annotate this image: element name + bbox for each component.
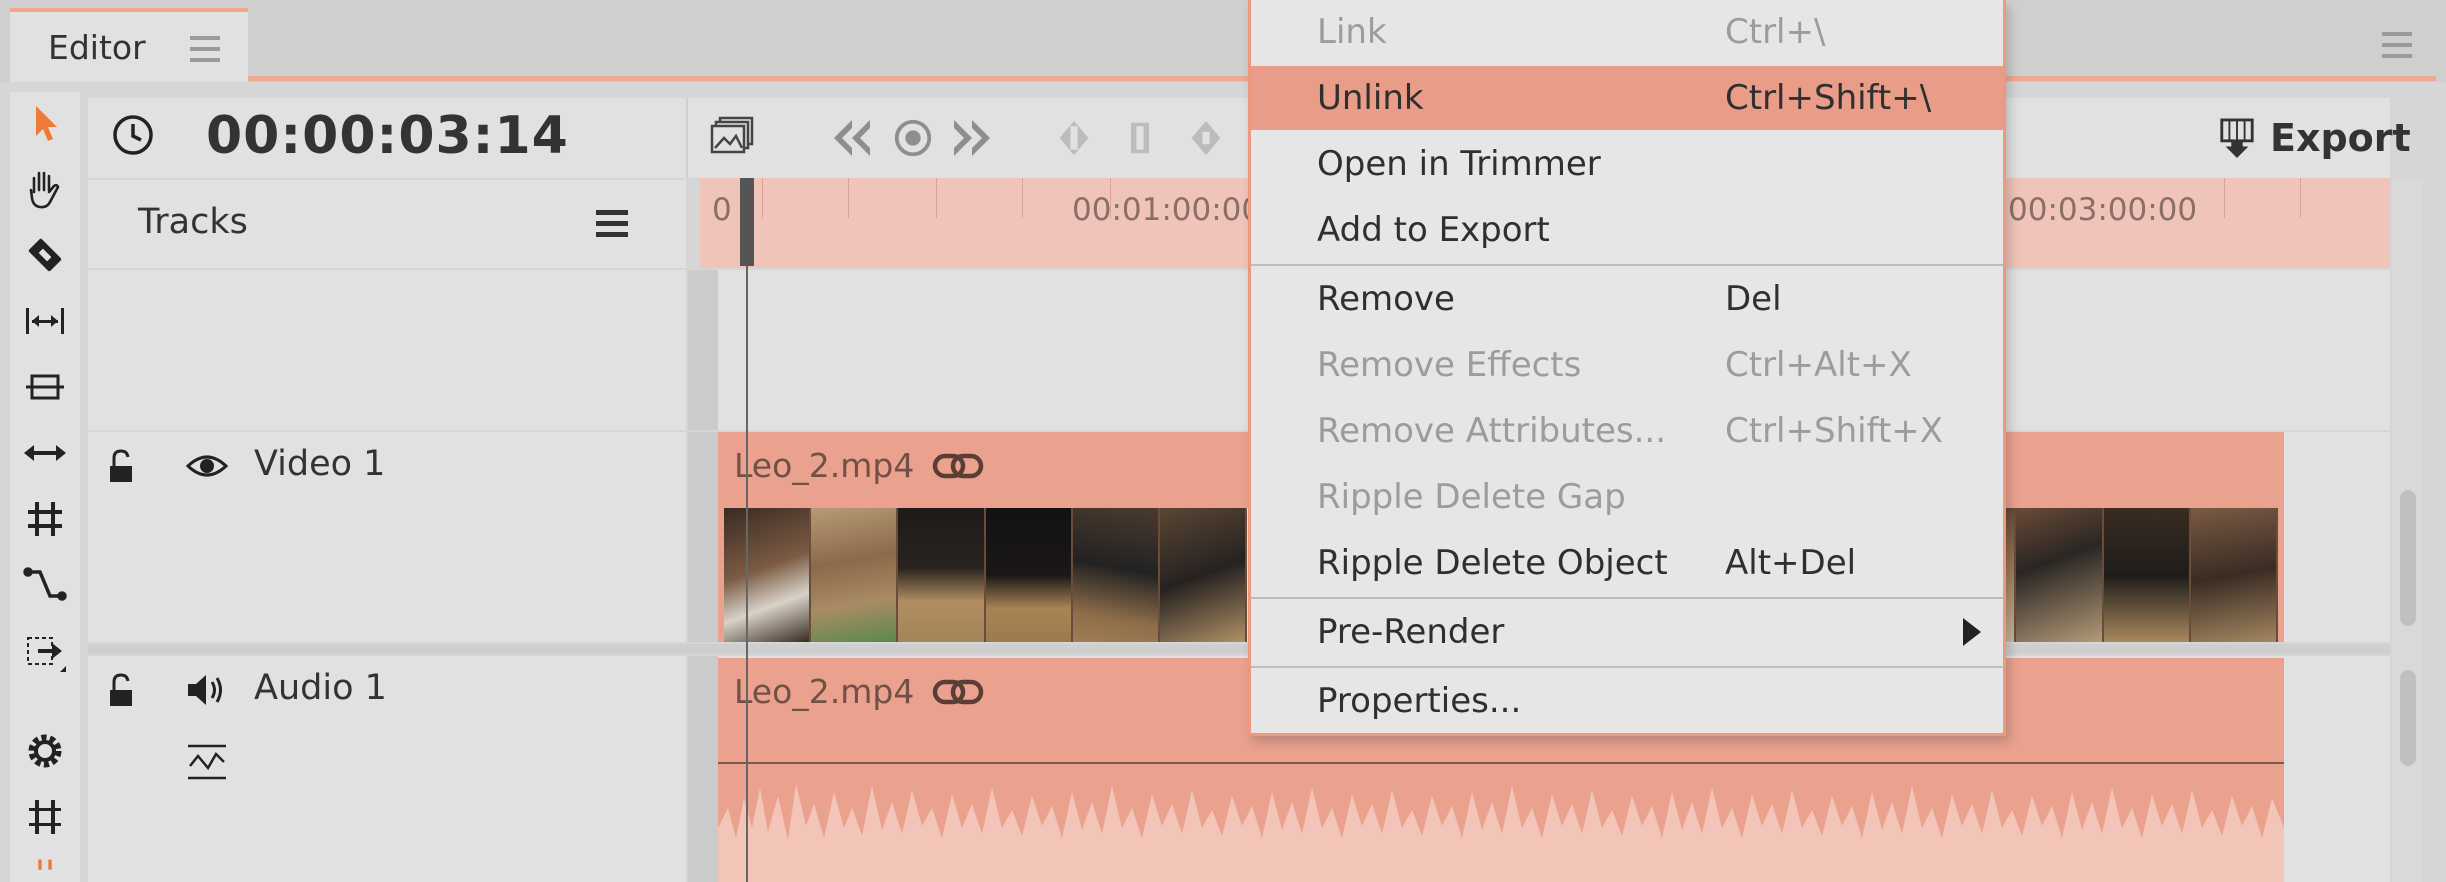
volume-envelope-icon[interactable] (184, 742, 230, 782)
export-button[interactable]: Export (2218, 110, 2411, 166)
menu-item-label: Remove Effects (1317, 345, 1582, 385)
ruler-label-start: 0 (712, 192, 732, 228)
gear-icon[interactable] (10, 720, 80, 782)
menu-item-unlink[interactable]: Unlink Ctrl+Shift+\ (1251, 66, 2003, 130)
unlock-icon[interactable] (102, 670, 142, 710)
skip-forward-icon[interactable] (946, 112, 998, 164)
razor-icon[interactable] (10, 224, 80, 286)
video-clip-title: Leo_2.mp4 (734, 446, 984, 485)
eye-icon[interactable] (184, 446, 230, 486)
track-gutter (688, 270, 718, 430)
menu-item-label: Ripple Delete Gap (1317, 477, 1626, 517)
menu-item-remove-attributes[interactable]: Remove Attributes... Ctrl+Shift+X (1251, 399, 2003, 463)
thumbnail-mode-icon[interactable] (702, 112, 762, 164)
pointer-icon[interactable] (10, 92, 80, 154)
scrollbar-thumb-audio[interactable] (2400, 670, 2416, 766)
ruler-label-3min: 00:03:00:00 (2008, 192, 2198, 228)
menu-item-ripple-delete-gap[interactable]: Ripple Delete Gap (1251, 465, 2003, 529)
tab-bar: Editor (0, 0, 2446, 82)
mark-out-icon[interactable] (1186, 112, 1226, 164)
export-label: Export (2270, 116, 2411, 160)
select-track-icon[interactable] (10, 620, 80, 682)
menu-item-shortcut: Ctrl+Alt+X (1725, 345, 1912, 385)
tracks-menu-icon[interactable] (596, 210, 628, 240)
audio-track-name: Audio 1 (254, 668, 387, 708)
scrollbar-thumb-video[interactable] (2400, 490, 2416, 626)
menu-item-label: Add to Export (1317, 210, 1550, 250)
menu-item-properties[interactable]: Properties... (1251, 669, 2003, 733)
ruler-label-1min: 00:01:00:00 (1072, 192, 1262, 228)
export-icon (2220, 118, 2254, 158)
menu-item-shortcut: Ctrl+Shift+\ (1725, 78, 1932, 118)
menu-item-label: Properties... (1317, 681, 1522, 721)
timecode-display[interactable]: 00:00:03:14 (206, 106, 569, 166)
menu-item-label: Remove (1317, 279, 1455, 319)
playhead-line (746, 266, 748, 882)
slip-icon[interactable] (10, 422, 80, 484)
tracks-label: Tracks (138, 202, 248, 242)
panel-menu-icon[interactable] (2382, 32, 2412, 58)
context-menu: Link Ctrl+\ Unlink Ctrl+Shift+\ Open in … (1248, 0, 2006, 736)
audio-waveform (718, 784, 2284, 882)
video-clip-name: Leo_2.mp4 (734, 446, 915, 485)
audio-clip-title: Leo_2.mp4 (734, 672, 984, 711)
tab-editor-label: Editor (48, 28, 146, 67)
mark-clear-icon[interactable] (1120, 112, 1160, 164)
playhead-handle[interactable] (740, 178, 754, 266)
record-icon[interactable] (890, 112, 936, 164)
menu-item-remove-effects[interactable]: Remove Effects Ctrl+Alt+X (1251, 333, 2003, 397)
menu-separator (1251, 666, 2003, 668)
unlock-icon[interactable] (102, 446, 142, 486)
ripple-icon[interactable] (10, 290, 80, 352)
tab-editor[interactable]: Editor (10, 8, 248, 82)
menu-separator (1251, 264, 2003, 266)
audio-clip-divider (718, 762, 2284, 764)
menu-item-shortcut: Ctrl+Shift+X (1725, 411, 1944, 451)
menu-item-remove[interactable]: Remove Del (1251, 267, 2003, 331)
tab-menu-icon[interactable] (190, 36, 220, 62)
link-icon (933, 679, 984, 704)
header-divider (686, 98, 688, 178)
speaker-icon[interactable] (184, 670, 230, 710)
menu-item-add-to-export[interactable]: Add to Export (1251, 198, 2003, 262)
curve-icon[interactable] (10, 554, 80, 616)
menu-item-label: Unlink (1317, 78, 1424, 118)
link-icon (933, 453, 984, 478)
menu-item-shortcut: Del (1725, 279, 1782, 319)
timeline-header: 00:00:03:14 Export (88, 98, 2411, 178)
submenu-arrow-icon (1963, 618, 1981, 646)
markers-icon[interactable] (10, 854, 80, 882)
menu-item-label: Ripple Delete Object (1317, 543, 1668, 583)
video-track-header: Video 1 (88, 432, 686, 642)
menu-item-label: Open in Trimmer (1317, 144, 1601, 184)
menu-item-ripple-delete-object[interactable]: Ripple Delete Object Alt+Del (1251, 531, 2003, 595)
menu-item-shortcut: Ctrl+\ (1725, 12, 1826, 52)
grid-icon[interactable] (10, 488, 80, 550)
skip-back-icon[interactable] (826, 112, 878, 164)
menu-item-link[interactable]: Link Ctrl+\ (1251, 0, 2003, 64)
menu-item-shortcut: Alt+Del (1725, 543, 1857, 583)
audio-clip-name: Leo_2.mp4 (734, 672, 915, 711)
snap-icon[interactable] (10, 786, 80, 848)
menu-item-open-in-trimmer[interactable]: Open in Trimmer (1251, 132, 2003, 196)
video-track-name: Video 1 (254, 444, 386, 484)
audio-track-header: Audio 1 (88, 656, 686, 882)
lift-icon[interactable] (10, 356, 80, 418)
tool-palette (10, 92, 80, 882)
menu-item-pre-render[interactable]: Pre-Render (1251, 600, 2003, 664)
menu-item-label: Link (1317, 12, 1387, 52)
mark-in-icon[interactable] (1054, 112, 1094, 164)
tracks-header: Tracks (88, 180, 686, 268)
track-gutter-video (688, 432, 718, 642)
menu-separator (1251, 597, 2003, 599)
hand-icon[interactable] (10, 158, 80, 220)
track-gutter-audio (688, 656, 718, 882)
menu-item-label: Pre-Render (1317, 612, 1505, 652)
menu-item-label: Remove Attributes... (1317, 411, 1667, 451)
track-separator[interactable] (88, 644, 2390, 654)
empty-track-header (88, 270, 686, 430)
clock-icon (113, 115, 153, 155)
